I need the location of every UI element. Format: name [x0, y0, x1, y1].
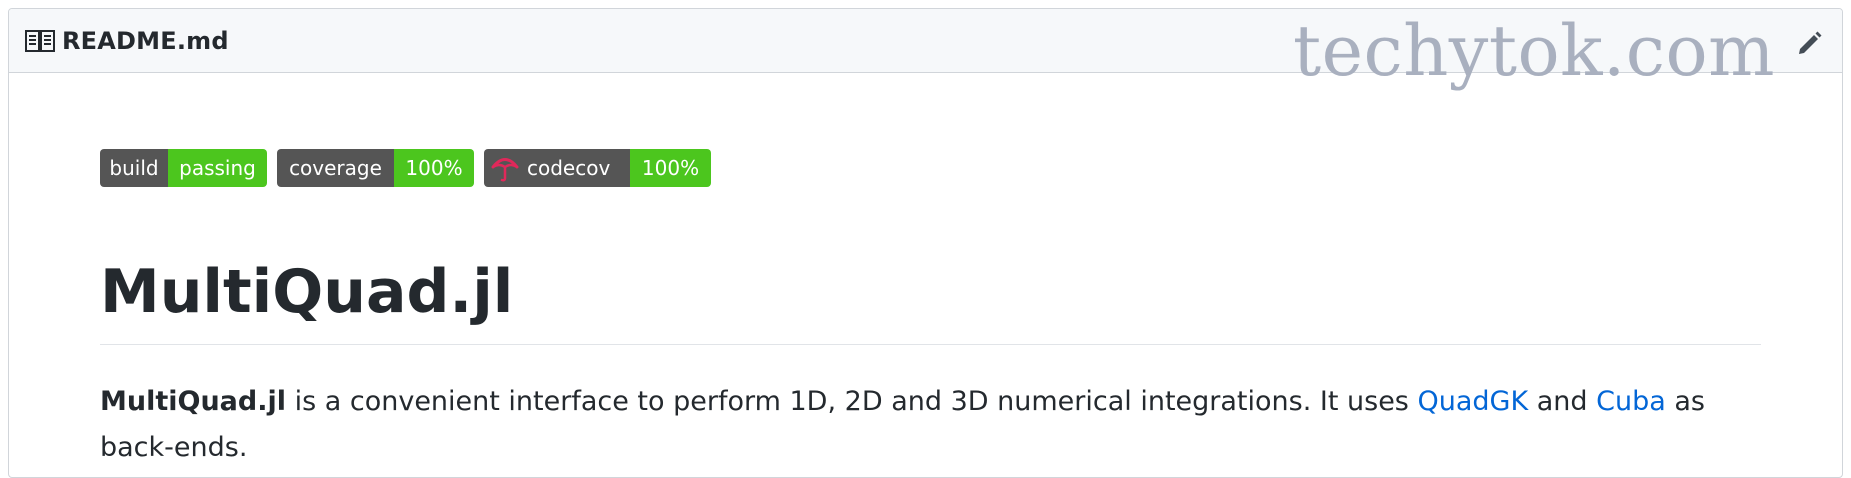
intro-paragraph: MultiQuad.jl is a convenient interface t…	[100, 379, 1770, 471]
intro-text-between: and	[1528, 386, 1597, 417]
build-status-badge[interactable]: build passing	[100, 149, 267, 187]
badge-value: passing	[168, 149, 267, 187]
codecov-badge[interactable]: codecov 100%	[484, 149, 711, 187]
book-icon	[25, 30, 55, 52]
package-name: MultiQuad.jl	[100, 386, 286, 417]
badge-label: codecov	[527, 156, 611, 180]
readme-file-name: README.md	[62, 27, 229, 55]
badge-value: 100%	[394, 149, 474, 187]
watermark-text: techytok.com	[1292, 10, 1775, 92]
readme-container: README.md techytok.com build passing cov…	[8, 8, 1843, 478]
title-divider	[100, 344, 1761, 345]
page-title: MultiQuad.jl	[100, 257, 514, 327]
quadgk-link[interactable]: QuadGK	[1417, 386, 1528, 417]
badge-value: 100%	[630, 149, 711, 187]
codecov-umbrella-icon	[491, 158, 519, 182]
badge-label: build	[100, 149, 168, 187]
pencil-icon[interactable]	[1796, 29, 1824, 57]
readme-header: README.md techytok.com	[9, 9, 1842, 91]
coverage-badge[interactable]: coverage 100%	[277, 149, 474, 187]
badge-label: coverage	[277, 149, 394, 187]
badge-label-container: codecov	[484, 149, 630, 187]
cuba-link[interactable]: Cuba	[1596, 386, 1666, 417]
intro-text: is a convenient interface to perform 1D,…	[286, 386, 1418, 417]
